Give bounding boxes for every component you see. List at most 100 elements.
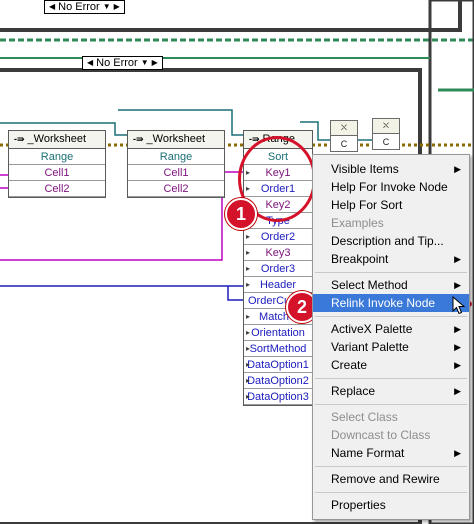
arrow-right-icon[interactable]: ▶ bbox=[114, 0, 120, 14]
menu-item-downcast-to-class: Downcast to Class bbox=[313, 426, 469, 444]
param-row[interactable]: ▸ Key3 bbox=[244, 245, 312, 261]
close-reference-node-2[interactable]: ⛌ C bbox=[372, 118, 400, 150]
case-selector-label: No Error bbox=[96, 57, 138, 69]
menu-item-select-class: Select Class bbox=[313, 408, 469, 426]
case-selector-label: No Error bbox=[58, 1, 100, 13]
node-header: -⇛ _Worksheet bbox=[128, 131, 224, 149]
submenu-arrow-icon: ▶ bbox=[454, 324, 461, 334]
menu-item-label: Visible Items bbox=[331, 162, 399, 176]
menu-item-label: Select Method bbox=[331, 278, 408, 292]
terminal-icon: ▸ bbox=[246, 232, 251, 241]
menu-item-name-format[interactable]: Name Format ▶ bbox=[313, 444, 469, 462]
menu-item-label: ActiveX Palette bbox=[331, 322, 413, 336]
case-selector-top[interactable]: ◀ No Error ▼ ▶ bbox=[44, 0, 125, 14]
mini-node-label: C bbox=[382, 137, 390, 147]
menu-item-label: Breakpoint bbox=[331, 252, 389, 266]
menu-separator bbox=[315, 404, 467, 405]
menu-item-label: Properties bbox=[331, 498, 386, 512]
menu-item-activex-palette[interactable]: ActiveX Palette ▶ bbox=[313, 320, 469, 338]
menu-separator bbox=[315, 466, 467, 467]
menu-separator bbox=[315, 492, 467, 493]
param-row[interactable]: ▸ DataOption2 bbox=[244, 373, 312, 389]
close-reference-node-1[interactable]: ⛌ C bbox=[330, 120, 358, 152]
menu-item-label: Help For Sort bbox=[331, 198, 403, 212]
terminal-icon: ▸ bbox=[246, 376, 251, 385]
menu-item-label: Select Class bbox=[331, 410, 398, 424]
node-header: -⇛ _Worksheet bbox=[9, 131, 105, 149]
refnum-close-icon: ⛌ bbox=[331, 121, 357, 136]
worksheet-property-node-1[interactable]: -⇛ _Worksheet Range Cell1 Cell2 bbox=[8, 130, 106, 198]
reference-arrow-icon: -⇛ bbox=[14, 134, 25, 144]
menu-item-label: Help For Invoke Node bbox=[331, 180, 448, 194]
node-title: _Worksheet bbox=[27, 133, 87, 145]
property-row[interactable]: Cell1 bbox=[9, 165, 105, 181]
submenu-arrow-icon: ▶ bbox=[454, 164, 461, 174]
context-menu: Visible Items ▶ Help For Invoke Node Help F… bbox=[312, 154, 470, 520]
submenu-arrow-icon: ▶ bbox=[454, 342, 461, 352]
terminal-icon: ▸ bbox=[246, 328, 251, 337]
menu-item-description-and-tip[interactable]: Description and Tip... bbox=[313, 232, 469, 250]
reference-arrow-icon: -⇛ bbox=[133, 134, 144, 144]
submenu-arrow-icon: ▶ bbox=[454, 386, 461, 396]
menu-item-properties[interactable]: Properties bbox=[313, 496, 469, 514]
arrow-right-icon[interactable]: ▶ bbox=[152, 56, 158, 70]
mouse-cursor-icon bbox=[452, 296, 466, 315]
node-title: _Worksheet bbox=[146, 133, 206, 145]
property-row[interactable]: Cell2 bbox=[9, 181, 105, 197]
terminal-icon: ▸ bbox=[246, 312, 251, 321]
param-row[interactable]: ▸ Order2 bbox=[244, 229, 312, 245]
terminal-icon: ▸ bbox=[246, 344, 251, 353]
menu-item-replace[interactable]: Replace ▶ bbox=[313, 382, 469, 400]
menu-item-label: Examples bbox=[331, 216, 384, 230]
param-row[interactable]: ▸ DataOption3 bbox=[244, 389, 312, 405]
menu-item-examples: Examples bbox=[313, 214, 469, 232]
terminal-icon: ▸ bbox=[246, 248, 251, 257]
menu-item-variant-palette[interactable]: Variant Palette ▶ bbox=[313, 338, 469, 356]
step-badge-1: 1 bbox=[225, 198, 257, 230]
menu-item-label: Relink Invoke Node bbox=[331, 296, 436, 310]
arrow-left-icon[interactable]: ◀ bbox=[49, 0, 55, 14]
arrow-down-icon[interactable]: ▼ bbox=[103, 0, 111, 14]
submenu-arrow-icon: ▶ bbox=[454, 280, 461, 290]
param-row[interactable]: ▸ Orientation bbox=[244, 325, 312, 341]
arrow-down-icon[interactable]: ▼ bbox=[141, 56, 149, 70]
menu-item-label: Variant Palette bbox=[331, 340, 409, 354]
terminal-icon: ▸ bbox=[246, 264, 251, 273]
menu-item-label: Name Format bbox=[331, 446, 405, 460]
menu-separator bbox=[315, 316, 467, 317]
submenu-arrow-icon: ▶ bbox=[454, 448, 461, 458]
menu-item-remove-and-rewire[interactable]: Remove and Rewire bbox=[313, 470, 469, 488]
menu-item-help-for-invoke-node[interactable]: Help For Invoke Node bbox=[313, 178, 469, 196]
terminal-icon: ▸ bbox=[246, 392, 251, 401]
menu-item-label: Remove and Rewire bbox=[331, 472, 440, 486]
property-row[interactable]: Cell2 bbox=[128, 181, 224, 197]
property-row[interactable]: Range bbox=[9, 149, 105, 165]
menu-item-help-for-sort[interactable]: Help For Sort bbox=[313, 196, 469, 214]
menu-item-create[interactable]: Create ▶ bbox=[313, 356, 469, 374]
refnum-close-icon: ⛌ bbox=[373, 119, 399, 134]
menu-item-label: Replace bbox=[331, 384, 376, 398]
submenu-arrow-icon: ▶ bbox=[454, 254, 461, 264]
terminal-icon: ▸ bbox=[246, 360, 251, 369]
property-row[interactable]: Range bbox=[128, 149, 224, 165]
blue-wire-2 bbox=[227, 286, 243, 301]
property-row[interactable]: Cell1 bbox=[128, 165, 224, 181]
param-row[interactable]: ▸ SortMethod bbox=[244, 341, 312, 357]
param-row[interactable]: ▸ Order3 bbox=[244, 261, 312, 277]
menu-item-select-method[interactable]: Select Method ▶ bbox=[313, 276, 469, 294]
menu-item-label: Create bbox=[331, 358, 368, 372]
worksheet-property-node-2[interactable]: -⇛ _Worksheet Range Cell1 Cell2 bbox=[127, 130, 225, 198]
case-selector-inner[interactable]: ◀ No Error ▼ ▶ bbox=[82, 56, 163, 70]
menu-separator bbox=[315, 272, 467, 273]
menu-item-label: Description and Tip... bbox=[331, 234, 444, 248]
terminal-icon: ▸ bbox=[246, 280, 251, 289]
menu-separator bbox=[315, 378, 467, 379]
menu-item-visible-items[interactable]: Visible Items ▶ bbox=[313, 160, 469, 178]
menu-item-breakpoint[interactable]: Breakpoint ▶ bbox=[313, 250, 469, 268]
mini-node-label: C bbox=[340, 139, 348, 149]
arrow-left-icon[interactable]: ◀ bbox=[87, 56, 93, 70]
menu-item-label: Downcast to Class bbox=[331, 428, 431, 442]
submenu-arrow-icon: ▶ bbox=[454, 360, 461, 370]
menu-item-relink-invoke-node[interactable]: Relink Invoke Node bbox=[313, 294, 469, 312]
param-row[interactable]: ▸ DataOption1 bbox=[244, 357, 312, 373]
